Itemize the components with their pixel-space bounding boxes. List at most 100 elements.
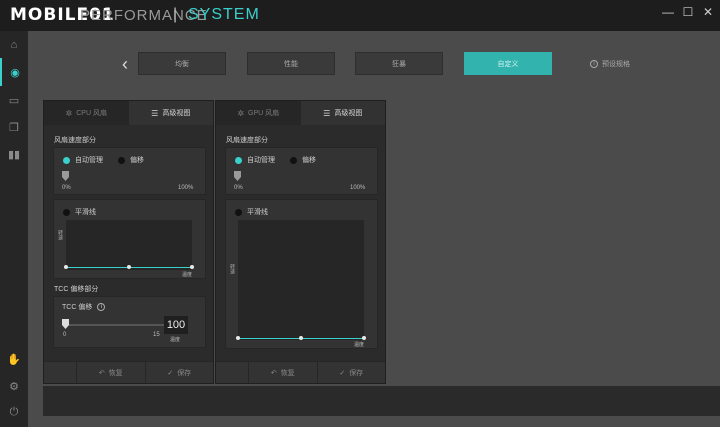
- tcc-slider-thumb[interactable]: [62, 319, 69, 329]
- minimize-button[interactable]: —: [660, 4, 676, 20]
- brand-separator: |: [173, 6, 178, 23]
- cpu-offset-radio[interactable]: 偏移: [118, 155, 144, 165]
- gpu-smooth-label: 平滑线: [247, 209, 268, 216]
- brand-system: SYSTEM: [188, 6, 260, 23]
- gpu-offset-label: 偏移: [302, 157, 316, 164]
- cpu-offset-label: 偏移: [130, 157, 144, 164]
- cpu-max-label: 100%: [178, 185, 194, 191]
- cpu-tcc-section-label: TCC 偏移部分: [54, 286, 99, 293]
- mode-custom-button[interactable]: 自定义: [464, 52, 552, 75]
- tcc-title-label: TCC 偏移: [62, 304, 93, 311]
- tcc-min-label: 0: [63, 332, 67, 338]
- cpu-panel-footer: ↶ 恢复 ✓ 保存: [44, 361, 213, 383]
- gpu-fan-panel: ✲ GPU 风扇 ☰ 高级视图 风扇速度部分 自动管理 偏移 0% 100% 平…: [215, 100, 386, 384]
- back-arrow-icon[interactable]: ‹: [122, 55, 136, 73]
- tcc-title: TCC 偏移 i: [62, 302, 106, 312]
- cpu-smooth-radio[interactable]: 平滑线: [63, 207, 96, 217]
- footer-spacer: [216, 362, 249, 383]
- fan-icon: ✲: [237, 108, 245, 118]
- gpu-panel-footer: ↶ 恢复 ✓ 保存: [216, 361, 385, 383]
- layers-icon[interactable]: ❐: [0, 113, 28, 141]
- mode-balanced-button[interactable]: 均衡: [138, 52, 226, 75]
- radio-dot-off: [63, 208, 70, 216]
- cpu-smooth-label: 平滑线: [75, 209, 96, 216]
- gpu-fan-mode-box: 自动管理 偏移 0% 100%: [225, 147, 378, 195]
- gpu-auto-radio[interactable]: 自动管理: [235, 155, 275, 165]
- gpu-tabs: ✲ GPU 风扇 ☰ 高级视图: [216, 101, 385, 125]
- cpu-axis-speed: 转速: [57, 230, 63, 240]
- sliders-icon: ☰: [151, 108, 159, 118]
- cpu-save-label: 保存: [177, 369, 192, 377]
- tab-cpu-advanced-label: 高级视图: [162, 110, 191, 117]
- radio-dot-off: [235, 208, 242, 216]
- maximize-button[interactable]: ☐: [680, 4, 696, 20]
- cpu-curve-box: 平滑线 转速 温度: [53, 199, 206, 279]
- sidebar: ⌂ ◉ ▭ ❐ ▮▮ ✋ ⚙ ⏻: [0, 31, 28, 427]
- app-window: MOBILE01 PERFORMANCE | SYSTEM — ☐ ✕ ⌂ ◉ …: [0, 0, 720, 427]
- tab-cpu-fan-label: CPU 风扇: [76, 110, 107, 117]
- cpu-fan-panel: ✲ CPU 风扇 ☰ 高级视图 风扇速度部分 自动管理 偏移 0% 100% 平…: [43, 100, 214, 384]
- mode-performance-button[interactable]: 性能: [247, 52, 335, 75]
- sliders-icon: ☰: [323, 108, 331, 118]
- gpu-offset-radio[interactable]: 偏移: [290, 155, 316, 165]
- cpu-curve-point[interactable]: [190, 265, 194, 269]
- gpu-curve-point[interactable]: [362, 336, 366, 340]
- tab-gpu-advanced-label: 高级视图: [334, 110, 363, 117]
- cpu-fan-curve-chart[interactable]: 转速 温度: [57, 220, 194, 278]
- gpu-restore-label: 恢复: [280, 369, 295, 377]
- fan-icon: ✲: [65, 108, 73, 118]
- mode-turbo-button[interactable]: 狂暴: [355, 52, 443, 75]
- gpu-fan-curve-chart[interactable]: 转速 温度: [229, 220, 366, 348]
- gpu-restore-button[interactable]: ↶ 恢复: [249, 362, 318, 383]
- tab-cpu-fan[interactable]: ✲ CPU 风扇: [44, 101, 129, 125]
- gpu-curve-point[interactable]: [299, 336, 303, 340]
- cpu-save-button[interactable]: ✓ 保存: [146, 362, 214, 383]
- cpu-restore-label: 恢复: [108, 369, 123, 377]
- cpu-min-label: 0%: [62, 185, 71, 191]
- gpu-axis-speed: 转速: [229, 264, 235, 274]
- power-icon[interactable]: ⏻: [0, 398, 28, 426]
- check-icon: ✓: [167, 369, 174, 377]
- undo-icon: ↶: [270, 369, 277, 377]
- gpu-smooth-radio[interactable]: 平滑线: [235, 207, 268, 217]
- close-button[interactable]: ✕: [700, 4, 716, 20]
- cpu-fan-mode-box: 自动管理 偏移 0% 100%: [53, 147, 206, 195]
- cpu-curve-point[interactable]: [64, 265, 68, 269]
- undo-icon: ↶: [98, 369, 105, 377]
- preset-label: 预设规格: [602, 61, 630, 68]
- gpu-min-label: 0%: [234, 185, 243, 191]
- performance-icon[interactable]: ◉: [0, 58, 28, 86]
- gpu-auto-label: 自动管理: [247, 157, 275, 164]
- gpu-fan-section-label: 风扇速度部分: [226, 137, 268, 144]
- settings-icon[interactable]: ⚙: [0, 372, 28, 400]
- monitor-icon[interactable]: ▭: [0, 86, 28, 114]
- cpu-offset-slider-thumb[interactable]: [62, 171, 69, 181]
- home-icon[interactable]: ⌂: [0, 31, 28, 59]
- gpu-max-label: 100%: [350, 185, 366, 191]
- gpu-save-button[interactable]: ✓ 保存: [318, 362, 386, 383]
- thumb-icon[interactable]: ✋: [0, 345, 28, 373]
- info-icon[interactable]: i: [97, 303, 106, 311]
- tab-gpu-fan-label: GPU 风扇: [248, 110, 280, 117]
- gpu-offset-slider-thumb[interactable]: [234, 171, 241, 181]
- preset-spec-link[interactable]: i 预设规格: [590, 59, 630, 69]
- split-icon[interactable]: ▮▮: [0, 140, 28, 168]
- check-icon: ✓: [339, 369, 346, 377]
- gpu-save-label: 保存: [349, 369, 364, 377]
- cpu-curve-point[interactable]: [127, 265, 131, 269]
- tcc-value-display: 100: [164, 316, 188, 334]
- cpu-restore-button[interactable]: ↶ 恢复: [77, 362, 146, 383]
- cpu-tabs: ✲ CPU 风扇 ☰ 高级视图: [44, 101, 213, 125]
- radio-dot-off: [290, 156, 297, 164]
- cpu-fan-section-label: 风扇速度部分: [54, 137, 96, 144]
- tab-gpu-advanced[interactable]: ☰ 高级视图: [300, 101, 385, 125]
- bottom-status-strip: [43, 386, 720, 416]
- tcc-slider-track[interactable]: [64, 324, 164, 326]
- gpu-curve-point[interactable]: [236, 336, 240, 340]
- tab-cpu-advanced[interactable]: ☰ 高级视图: [128, 101, 213, 125]
- radio-dot-off: [118, 156, 125, 164]
- tab-gpu-fan[interactable]: ✲ GPU 风扇: [216, 101, 301, 125]
- cpu-tcc-box: TCC 偏移 i 0 15 100 温度: [53, 296, 206, 348]
- cpu-auto-radio[interactable]: 自动管理: [63, 155, 103, 165]
- tcc-max-label: 15: [153, 332, 160, 338]
